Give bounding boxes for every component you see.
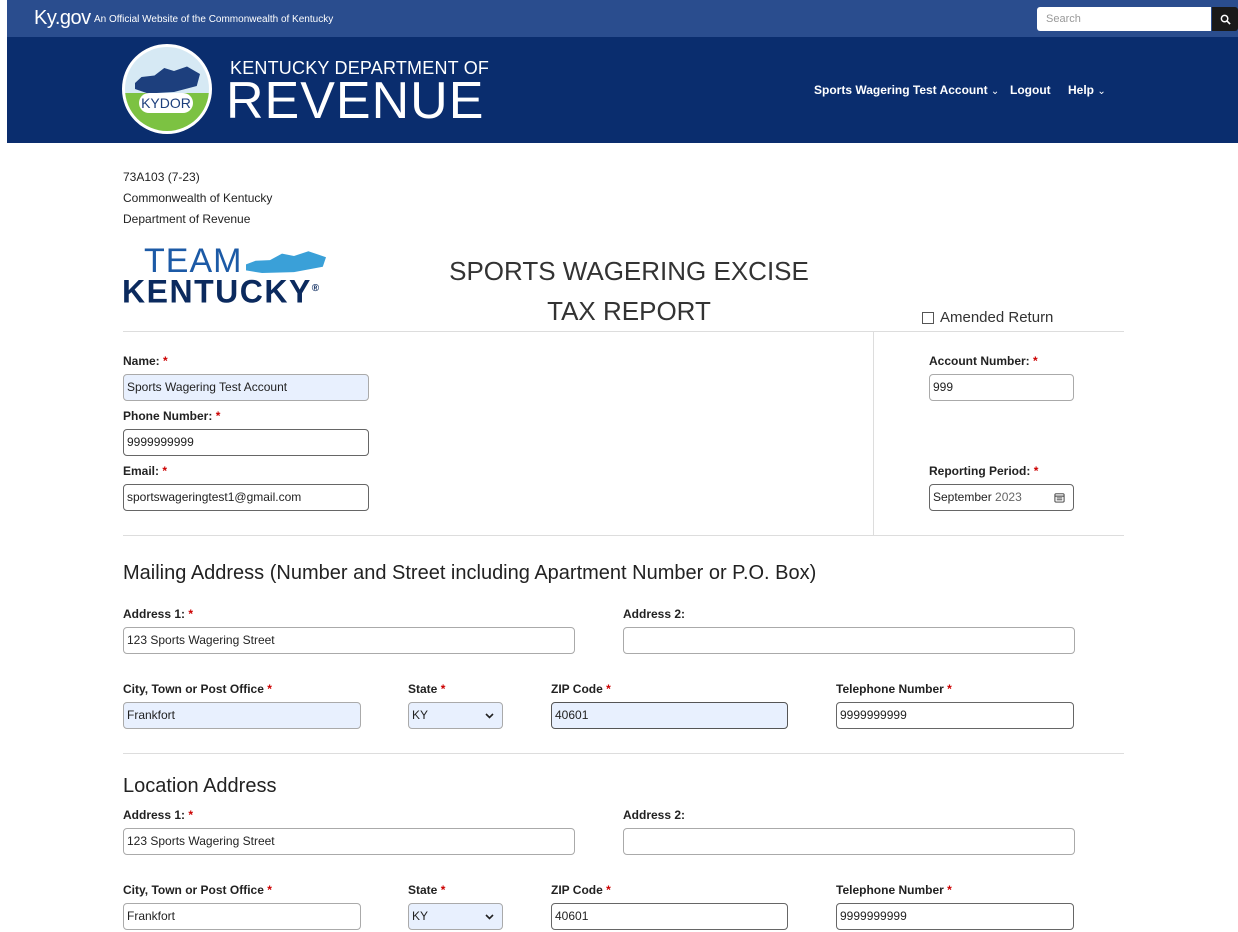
chevron-down-icon <box>485 712 494 719</box>
checkbox-icon[interactable] <box>922 311 934 324</box>
location-state-select[interactable]: KY <box>408 903 503 930</box>
location-zip-field[interactable]: 40601 <box>551 903 788 930</box>
nav-help-label: Help <box>1068 83 1095 97</box>
form-meta-line3: Department of Revenue <box>123 212 251 226</box>
mailing-address2-field[interactable] <box>623 627 1075 654</box>
email-label: Email: * <box>123 464 168 478</box>
mailing-telephone-field[interactable]: 9999999999 <box>836 702 1074 729</box>
location-address2-label: Address 2: <box>623 808 686 822</box>
period-year: 2023 <box>995 490 1022 504</box>
search-input[interactable] <box>1037 7 1211 31</box>
chevron-down-icon: ⌄ <box>990 86 1000 97</box>
mailing-state-label: State * <box>408 682 446 696</box>
mailing-telephone-label: Telephone Number * <box>836 682 952 696</box>
nav-account-menu[interactable]: Sports Wagering Test Account ⌄ <box>814 83 999 97</box>
nav-account-label: Sports Wagering Test Account <box>814 83 988 97</box>
official-website-text: An Official Website of the Commonwealth … <box>94 14 334 25</box>
kygov-logo[interactable]: Ky.gov <box>34 7 91 30</box>
location-zip-label: ZIP Code * <box>551 883 611 897</box>
calendar-icon[interactable] <box>1054 492 1065 503</box>
mailing-state-value: KY <box>412 708 429 722</box>
report-title-line1: SPORTS WAGERING EXCISE <box>449 256 809 286</box>
kentucky-word: KENTUCKY <box>122 273 312 310</box>
location-telephone-label: Telephone Number * <box>836 883 952 897</box>
reporting-period-field[interactable]: September 2023 <box>929 484 1074 511</box>
divider <box>123 331 1124 332</box>
kydor-seal-logo[interactable]: KYDOR <box>122 44 212 134</box>
mailing-address2-label: Address 2: <box>623 607 686 621</box>
mailing-city-label: City, Town or Post Office * <box>123 682 272 696</box>
amended-return-checkbox[interactable]: Amended Return <box>922 309 1053 326</box>
location-address1-field[interactable]: 123 Sports Wagering Street <box>123 828 575 855</box>
divider <box>123 535 1124 536</box>
phone-field[interactable]: 9999999999 <box>123 429 369 456</box>
mailing-address1-field[interactable]: 123 Sports Wagering Street <box>123 627 575 654</box>
dept-name-big: REVENUE <box>226 72 485 130</box>
amended-return-label: Amended Return <box>940 309 1054 326</box>
location-address1-label: Address 1: * <box>123 808 194 822</box>
location-city-label: City, Town or Post Office * <box>123 883 272 897</box>
site-header: KYDOR KENTUCKY DEPARTMENT OF REVENUE Spo… <box>7 37 1238 143</box>
search-icon <box>1220 14 1231 25</box>
location-city-field[interactable]: Frankfort <box>123 903 361 930</box>
phone-label: Phone Number: * <box>123 409 221 423</box>
form-meta-line2: Commonwealth of Kentucky <box>123 191 273 205</box>
mailing-zip-field[interactable]: 40601 <box>551 702 788 729</box>
location-address2-field[interactable] <box>623 828 1075 855</box>
name-field[interactable]: Sports Wagering Test Account <box>123 374 369 401</box>
location-address-heading: Location Address <box>123 775 277 797</box>
mailing-address1-label: Address 1: * <box>123 607 194 621</box>
mailing-zip-label: ZIP Code * <box>551 682 611 696</box>
mailing-city-field[interactable]: Frankfort <box>123 702 361 729</box>
report-title-line2: TAX REPORT <box>547 296 711 326</box>
team-kentucky-logo: TEAM KENTUCKY® <box>122 244 346 309</box>
gov-bar: Ky.gov An Official Website of the Common… <box>7 0 1238 37</box>
divider <box>123 753 1124 754</box>
kentucky-map-icon <box>246 251 326 274</box>
reporting-period-label: Reporting Period: * <box>929 464 1039 478</box>
search-button[interactable] <box>1212 7 1238 31</box>
account-number-field[interactable]: 999 <box>929 374 1074 401</box>
vertical-divider <box>873 331 874 536</box>
mailing-address-heading: Mailing Address (Number and Street inclu… <box>123 562 817 584</box>
mailing-state-select[interactable]: KY <box>408 702 503 729</box>
chevron-down-icon: ⌄ <box>1097 86 1106 97</box>
seal-text: KYDOR <box>139 93 193 113</box>
period-month: September <box>933 490 992 504</box>
name-label: Name: * <box>123 354 168 368</box>
chevron-down-icon <box>485 913 494 920</box>
account-number-label: Account Number: * <box>929 354 1038 368</box>
location-state-value: KY <box>412 909 429 923</box>
location-telephone-field[interactable]: 9999999999 <box>836 903 1074 930</box>
form-number: 73A103 (7-23) <box>123 170 200 184</box>
nav-logout[interactable]: Logout <box>1010 83 1051 97</box>
email-field[interactable]: sportswageringtest1@gmail.com <box>123 484 369 511</box>
location-state-label: State * <box>408 883 446 897</box>
nav-help-menu[interactable]: Help ⌄ <box>1068 83 1106 97</box>
